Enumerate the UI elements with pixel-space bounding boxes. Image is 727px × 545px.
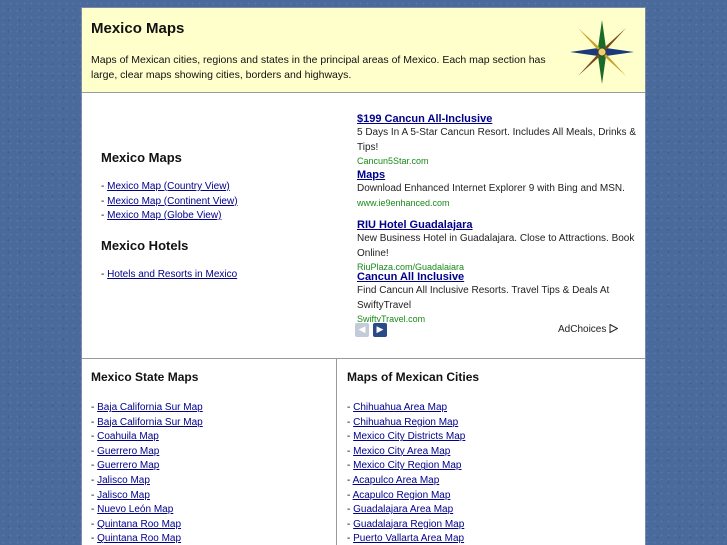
list-item: - Nuevo León Map: [91, 503, 203, 518]
top-section: Mexico Maps - Mexico Map (Country View) -…: [82, 94, 645, 359]
ad-title-link[interactable]: Maps: [357, 168, 637, 182]
left-navigation: Mexico Maps - Mexico Map (Country View) -…: [101, 150, 331, 296]
map-link[interactable]: Mexico City Districts Map: [353, 431, 465, 442]
list-item: - Quintana Roo Map: [91, 518, 203, 533]
ads-block: $199 Cancun All-Inclusive 5 Days In A 5-…: [357, 112, 637, 322]
ad-description: Find Cancun All Inclusive Resorts. Trave…: [357, 285, 610, 311]
list-item: - Baja California Sur Map: [91, 416, 203, 431]
compass-rose-icon: [570, 20, 634, 84]
list-item: - Mexico City Area Map: [347, 445, 465, 460]
map-link[interactable]: Acapulco Region Map: [353, 490, 451, 501]
map-link[interactable]: Baja California Sur Map: [97, 417, 203, 428]
mexico-maps-list: - Mexico Map (Country View) - Mexico Map …: [101, 180, 331, 224]
page-description: Maps of Mexican cities, regions and stat…: [91, 54, 546, 81]
list-item: - Quintana Roo Map: [91, 532, 203, 545]
list-item: - Mexico Map (Country View): [101, 180, 331, 195]
mexico-hotels-heading: Mexico Hotels: [101, 237, 189, 253]
map-link[interactable]: Guadalajara Area Map: [353, 504, 453, 515]
mexico-hotels-list: - Hotels and Resorts in Mexico: [101, 268, 331, 283]
map-link[interactable]: Jalisco Map: [97, 475, 150, 486]
list-item: - Mexico City Region Map: [347, 459, 465, 474]
list-item: - Acapulco Area Map: [347, 474, 465, 489]
ad-item: Maps Download Enhanced Internet Explorer…: [357, 168, 637, 218]
list-item: - Baja California Sur Map: [91, 401, 203, 416]
ad-item: RIU Hotel Guadalajara New Business Hotel…: [357, 218, 637, 270]
state-maps-list: - Baja California Sur Map - Baja Californ…: [91, 401, 203, 545]
ad-next-arrow-icon[interactable]: ▶: [373, 323, 387, 337]
ad-url[interactable]: www.ie9enhanced.com: [357, 197, 637, 209]
map-link[interactable]: Puerto Vallarta Area Map: [353, 533, 464, 544]
ad-item: Cancun All Inclusive Find Cancun All Inc…: [357, 270, 637, 322]
ad-description: New Business Hotel in Guadalajara. Close…: [357, 233, 635, 259]
ad-description: 5 Days In A 5-Star Cancun Resort. Includ…: [357, 127, 637, 153]
map-link[interactable]: Baja California Sur Map: [97, 402, 203, 413]
list-item: - Jalisco Map: [91, 474, 203, 489]
map-link[interactable]: Mexico Map (Country View): [107, 181, 230, 192]
list-item: - Puerto Vallarta Area Map: [347, 532, 465, 545]
list-item: - Mexico Map (Continent View): [101, 195, 331, 210]
list-item: - Guadalajara Region Map: [347, 518, 465, 533]
map-link[interactable]: Mexico City Area Map: [353, 446, 450, 457]
ad-navigation: ◀ ▶ AdChoices: [355, 323, 645, 339]
ad-title-link[interactable]: RIU Hotel Guadalajara: [357, 218, 637, 232]
map-link[interactable]: Coahuila Map: [97, 431, 159, 442]
state-maps-section: Mexico State Maps - Baja California Sur …: [82, 359, 337, 545]
city-maps-list: - Chihuahua Area Map - Chihuahua Region M…: [347, 401, 465, 545]
list-item: - Hotels and Resorts in Mexico: [101, 268, 331, 283]
ad-title-link[interactable]: Cancun All Inclusive: [357, 270, 637, 284]
list-item: - Jalisco Map: [91, 489, 203, 504]
map-link[interactable]: Quintana Roo Map: [97, 533, 181, 544]
ad-prev-arrow-icon[interactable]: ◀: [355, 323, 369, 337]
adchoices-icon: [609, 323, 619, 334]
ad-url[interactable]: SwiftyTravel.com: [357, 313, 637, 322]
map-link[interactable]: Mexico City Region Map: [353, 460, 461, 471]
city-maps-heading: Maps of Mexican Cities: [347, 370, 480, 384]
city-maps-section: Maps of Mexican Cities - Chihuahua Area …: [338, 359, 645, 545]
map-link[interactable]: Guerrero Map: [97, 460, 159, 471]
map-link[interactable]: Guerrero Map: [97, 446, 159, 457]
list-item: - Guadalajara Area Map: [347, 503, 465, 518]
list-item: - Chihuahua Area Map: [347, 401, 465, 416]
map-link[interactable]: Guadalajara Region Map: [353, 519, 464, 530]
list-item: - Chihuahua Region Map: [347, 416, 465, 431]
list-item: - Guerrero Map: [91, 445, 203, 460]
ad-title-link[interactable]: $199 Cancun All-Inclusive: [357, 112, 637, 126]
list-item: - Mexico City Districts Map: [347, 430, 465, 445]
adchoices-link[interactable]: AdChoices: [558, 323, 619, 335]
site-header: Mexico Maps Maps of Mexican cities, regi…: [82, 8, 645, 93]
map-link[interactable]: Quintana Roo Map: [97, 519, 181, 530]
map-link[interactable]: Jalisco Map: [97, 490, 150, 501]
ad-url[interactable]: Cancun5Star.com: [357, 155, 637, 164]
map-link[interactable]: Nuevo León Map: [97, 504, 173, 515]
state-maps-heading: Mexico State Maps: [91, 370, 199, 384]
mexico-maps-heading: Mexico Maps: [101, 150, 182, 165]
map-link[interactable]: Mexico Map (Continent View): [107, 196, 237, 207]
list-item: - Guerrero Map: [91, 459, 203, 474]
list-item: - Coahuila Map: [91, 430, 203, 445]
adchoices-label: AdChoices: [558, 324, 607, 335]
page-title: Mexico Maps: [91, 20, 185, 37]
ad-description: Download Enhanced Internet Explorer 9 wi…: [357, 183, 625, 194]
page-container: Mexico Maps Maps of Mexican cities, regi…: [81, 7, 646, 545]
ad-item: $199 Cancun All-Inclusive 5 Days In A 5-…: [357, 112, 637, 164]
map-link[interactable]: Acapulco Area Map: [353, 475, 440, 486]
map-link[interactable]: Hotels and Resorts in Mexico: [107, 269, 237, 280]
map-link[interactable]: Chihuahua Area Map: [353, 402, 447, 413]
list-item: - Mexico Map (Globe View): [101, 209, 331, 224]
list-item: - Acapulco Region Map: [347, 489, 465, 504]
map-link[interactable]: Mexico Map (Globe View): [107, 210, 221, 221]
map-link[interactable]: Chihuahua Region Map: [353, 417, 458, 428]
ad-url[interactable]: RiuPlaza.com/Guadalajara: [357, 261, 637, 270]
